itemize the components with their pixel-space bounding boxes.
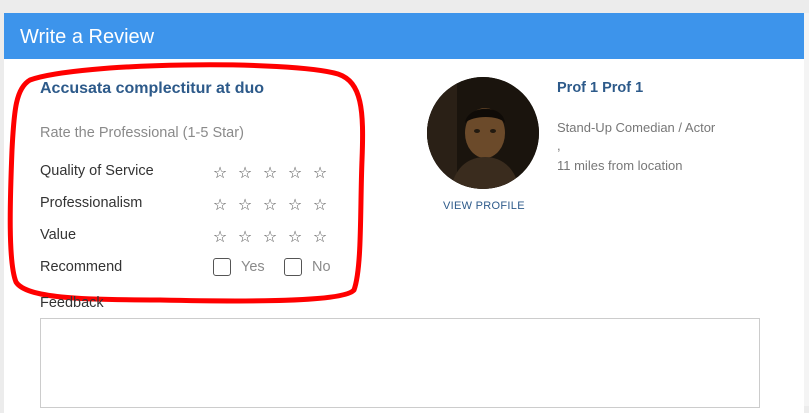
recommend-no-label[interactable]: No: [312, 259, 331, 275]
professional-separator: ,: [557, 138, 561, 153]
star-icon[interactable]: ☆: [262, 166, 278, 182]
professional-avatar: [427, 77, 539, 189]
professional-name[interactable]: Prof 1 Prof 1: [557, 80, 643, 96]
recommend-no-checkbox[interactable]: [284, 258, 302, 276]
rate-heading: Rate the Professional (1-5 Star): [40, 125, 244, 141]
professional-role: Stand-Up Comedian / Actor: [557, 120, 716, 135]
review-title: Accusata complectitur at duo: [40, 80, 265, 97]
star-icon[interactable]: ☆: [262, 198, 278, 214]
review-header: Write a Review: [4, 13, 804, 59]
star-rating-professionalism[interactable]: ☆ ☆ ☆ ☆ ☆: [212, 198, 328, 214]
star-icon[interactable]: ☆: [212, 166, 228, 182]
star-rating-value[interactable]: ☆ ☆ ☆ ☆ ☆: [212, 230, 328, 246]
recommend-no-option[interactable]: No: [284, 258, 331, 276]
star-icon[interactable]: ☆: [312, 166, 328, 182]
star-icon[interactable]: ☆: [212, 198, 228, 214]
recommend-yes-option[interactable]: Yes: [213, 258, 265, 276]
scrollbar[interactable]: [804, 13, 809, 406]
star-icon[interactable]: ☆: [312, 198, 328, 214]
star-rating-quality[interactable]: ☆ ☆ ☆ ☆ ☆: [212, 166, 328, 182]
avatar-photo: [427, 77, 539, 189]
star-icon[interactable]: ☆: [287, 230, 303, 246]
star-icon[interactable]: ☆: [237, 166, 253, 182]
star-icon[interactable]: ☆: [287, 198, 303, 214]
professional-distance: 11 miles from location: [557, 158, 683, 173]
page-title: Write a Review: [20, 26, 155, 48]
view-profile-link[interactable]: VIEW PROFILE: [443, 200, 525, 212]
recommend-yes-checkbox[interactable]: [213, 258, 231, 276]
star-icon[interactable]: ☆: [312, 230, 328, 246]
recommend-yes-label[interactable]: Yes: [241, 259, 265, 275]
rating-label-professionalism: Professionalism: [40, 195, 143, 211]
feedback-textarea[interactable]: [40, 318, 760, 408]
star-icon[interactable]: ☆: [237, 198, 253, 214]
rating-label-value: Value: [40, 227, 77, 243]
star-icon[interactable]: ☆: [262, 230, 278, 246]
feedback-label: Feedback: [40, 295, 104, 311]
rating-label-quality: Quality of Service: [40, 163, 154, 179]
recommend-label: Recommend: [40, 259, 123, 275]
star-icon[interactable]: ☆: [287, 166, 303, 182]
star-icon[interactable]: ☆: [212, 230, 228, 246]
star-icon[interactable]: ☆: [237, 230, 253, 246]
